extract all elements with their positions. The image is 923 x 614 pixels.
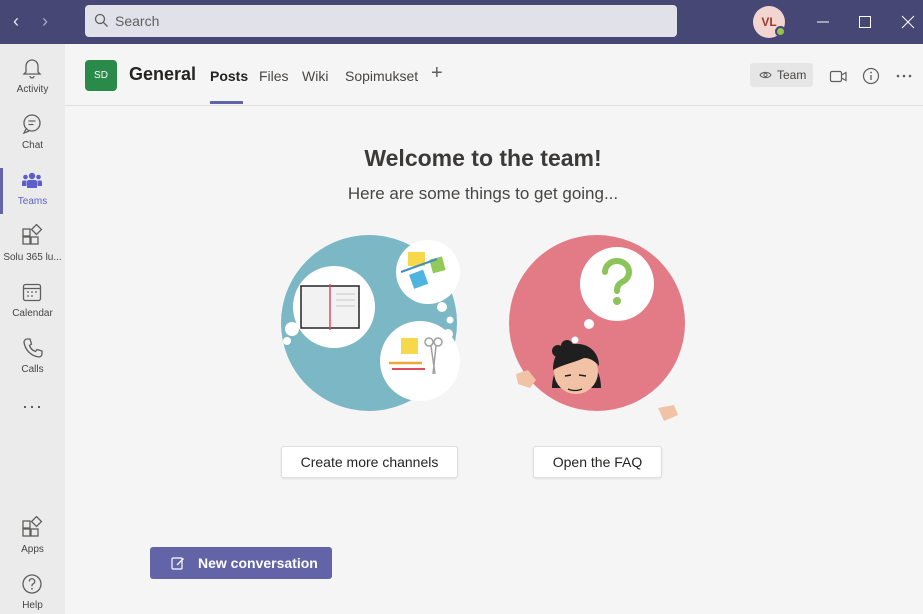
rail-item-chat[interactable]: Chat	[0, 106, 65, 162]
rail-item-calendar[interactable]: Calendar	[0, 274, 65, 330]
help-icon	[22, 574, 42, 594]
rail-item-apps[interactable]: Apps	[0, 510, 65, 566]
rail-label: Help	[22, 600, 43, 611]
minimize-icon[interactable]	[809, 8, 837, 36]
rail-label: Activity	[16, 84, 49, 95]
rail-item-solu365[interactable]: Solu 365 lu...	[0, 218, 65, 274]
forward-arrow-icon[interactable]: ›	[33, 10, 57, 34]
presence-badge	[775, 26, 786, 37]
app-icon	[22, 224, 43, 245]
rail-label: Solu 365 lu...	[3, 252, 62, 263]
new-conversation-label: New conversation	[198, 555, 318, 571]
team-pill-label: Team	[777, 68, 807, 82]
create-channels-button[interactable]: Create more channels	[281, 446, 458, 478]
search-placeholder: Search	[115, 13, 160, 29]
active-indicator	[0, 168, 3, 214]
meet-icon[interactable]	[828, 66, 848, 86]
open-faq-button[interactable]: Open the FAQ	[533, 446, 662, 478]
back-arrow-icon[interactable]: ‹	[4, 10, 28, 34]
channel-header: SD General Posts Files Wiki Sopimukset +…	[65, 44, 923, 106]
rail-label: Chat	[21, 140, 44, 151]
rail-item-teams[interactable]: Teams	[0, 162, 65, 218]
rail-label: Apps	[21, 544, 44, 555]
close-icon[interactable]	[894, 8, 922, 36]
channels-illustration	[281, 235, 460, 411]
chat-icon	[22, 114, 41, 135]
search-icon	[94, 13, 108, 27]
teams-icon	[22, 172, 42, 188]
more-apps-icon[interactable]: ···	[0, 396, 65, 417]
tab-active-underline	[210, 101, 243, 104]
rail-label: Calls	[21, 364, 44, 375]
welcome-subtitle: Here are some things to get going...	[347, 184, 619, 203]
eye-icon	[759, 71, 772, 79]
search-input[interactable]: Search	[85, 5, 677, 37]
faq-illustration	[509, 235, 685, 421]
phone-icon	[23, 338, 43, 358]
app-rail: Activity Chat Teams Solu 365 lu... Calen…	[0, 44, 65, 614]
compose-icon	[171, 557, 184, 570]
rail-label: Calendar	[12, 308, 53, 319]
calendar-icon	[22, 283, 42, 302]
team-avatar: SD	[85, 60, 117, 91]
tab-wiki[interactable]: Wiki	[302, 68, 328, 84]
rail-item-calls[interactable]: Calls	[0, 330, 65, 386]
info-icon[interactable]	[861, 66, 881, 86]
add-tab-icon[interactable]: +	[431, 62, 443, 85]
tab-posts[interactable]: Posts	[210, 68, 248, 84]
rail-item-help[interactable]: Help	[0, 566, 65, 614]
more-options-icon[interactable]	[894, 66, 914, 86]
title-bar: ‹ › Search VL	[0, 0, 923, 44]
rail-label: Teams	[17, 196, 48, 207]
bell-icon	[22, 59, 42, 79]
posts-pane: Welcome to the team! Here are some thing…	[65, 107, 923, 614]
tab-files[interactable]: Files	[259, 68, 289, 84]
tab-sopimukset[interactable]: Sopimukset	[345, 68, 418, 84]
team-visibility-button[interactable]: Team	[750, 63, 813, 87]
rail-item-activity[interactable]: Activity	[0, 50, 65, 106]
new-conversation-button[interactable]: New conversation	[150, 547, 332, 579]
maximize-icon[interactable]	[851, 8, 879, 36]
channel-title: General	[129, 64, 197, 84]
apps-icon	[22, 516, 43, 537]
welcome-title: Welcome to the team!	[364, 145, 602, 171]
